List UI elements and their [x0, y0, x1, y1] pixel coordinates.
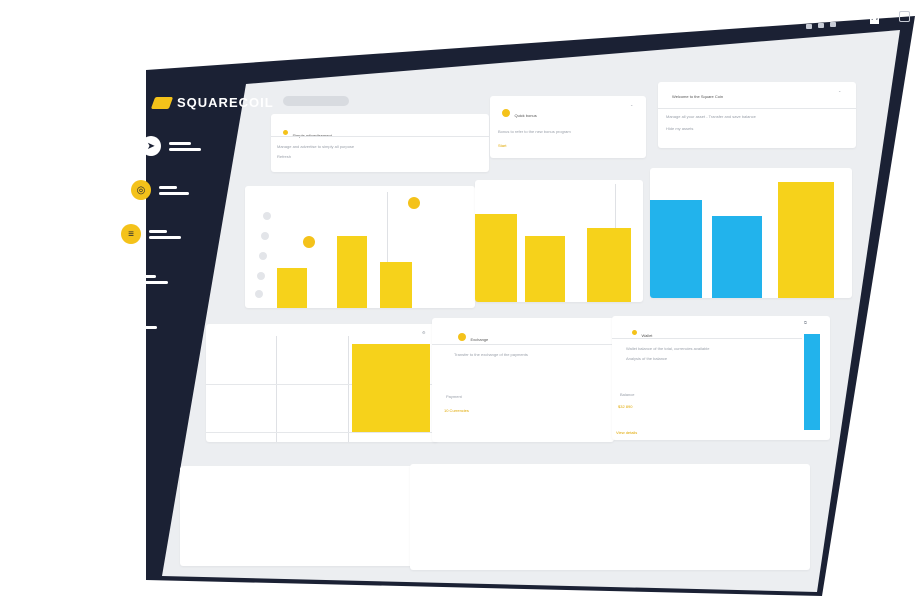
wallet-icon: ▤	[101, 314, 121, 334]
label-line	[129, 325, 157, 329]
card-text: Manage and advertise to simply all purpo…	[277, 144, 355, 149]
legend-dot	[257, 272, 265, 280]
bar	[650, 200, 702, 298]
info-card-bonus[interactable]: Quick bonus ⌄ Bonus to refer to the new …	[490, 96, 646, 158]
grid-line	[206, 432, 438, 433]
copy-icon[interactable]: ⧉	[804, 320, 807, 326]
card-label: Payment	[446, 394, 462, 399]
legend-dot	[263, 212, 271, 220]
card-link[interactable]: Refresh	[277, 154, 291, 160]
divider	[658, 108, 856, 109]
grid-icon[interactable]	[899, 11, 910, 22]
card-value: 10 Currencies	[444, 408, 469, 413]
exchange-icon	[458, 332, 466, 341]
info-card-welcome[interactable]: Welcome to the Square Coin ⌄ Manage all …	[658, 82, 856, 148]
label-line	[149, 229, 167, 233]
sidebar-item-circle[interactable]	[110, 269, 168, 289]
filter-icon: ≡	[121, 224, 141, 244]
squarecoil-logo-icon	[150, 96, 174, 109]
coins-icon: ◎	[131, 180, 151, 200]
brand-name: SQUARECOIL	[177, 95, 274, 110]
play-icon[interactable]	[806, 24, 812, 29]
chart-card-right	[650, 168, 852, 298]
chart-card-middle	[475, 180, 643, 302]
circle-icon	[110, 269, 130, 289]
label-line	[138, 274, 156, 278]
coin-icon	[283, 130, 288, 136]
refresh-icon[interactable]	[818, 23, 824, 28]
bar	[475, 214, 517, 302]
grid-line	[348, 336, 349, 442]
bar	[352, 344, 430, 432]
card-text: Transfer to the exchange of the payments	[454, 352, 528, 357]
sidebar-item-wallet[interactable]: ▤	[101, 314, 157, 334]
card-title: Quick bonus	[514, 113, 537, 118]
sidebar-item-label	[129, 319, 157, 329]
sidebar-item-label	[149, 229, 181, 239]
info-card-advertisement[interactable]: Simple adivertisement Manage and adverti…	[271, 114, 489, 172]
card-text: Manage all your asset - Transfer and sav…	[666, 114, 756, 119]
bar	[337, 236, 367, 308]
sidebar-item-label	[138, 274, 168, 284]
legend-dot	[259, 252, 267, 260]
label-line	[159, 191, 189, 195]
empty-card-left	[180, 466, 416, 566]
sidebar-item-label	[159, 185, 189, 195]
card-header: Simple adivertisement	[283, 124, 332, 142]
exchange-card[interactable]: Exchange Transfer to the exchange of the…	[432, 318, 614, 442]
chevron-down-icon[interactable]: ⌄	[630, 102, 633, 108]
sidebar-item-label	[169, 141, 201, 151]
card-link[interactable]: Start	[498, 143, 506, 149]
chart-card-lower: ⚙	[206, 324, 438, 442]
card-label: Balance	[620, 392, 635, 397]
brand[interactable]: SQUARECOIL	[150, 95, 274, 110]
card-header: Wallet	[632, 324, 652, 342]
settings-icon[interactable]: ⚙	[422, 330, 426, 336]
more-icon[interactable]	[830, 22, 836, 27]
card-link[interactable]: Hide my assets	[666, 126, 693, 132]
search-pill[interactable]	[283, 96, 349, 106]
grid-line	[276, 336, 277, 442]
wallet-icon	[632, 330, 637, 336]
label-line	[149, 235, 181, 239]
sidebar-item-filter[interactable]: ≡	[121, 224, 181, 244]
legend-dot	[261, 232, 269, 240]
marker-dot	[303, 236, 315, 248]
card-value: $32 890	[618, 404, 633, 409]
label-line	[169, 141, 191, 145]
divider	[271, 136, 489, 137]
coin-icon	[502, 108, 510, 117]
card-text: Bonus to refer to the new bonus program	[498, 129, 571, 134]
empty-card-right	[410, 464, 810, 570]
card-text: Analysis of the balance	[626, 356, 668, 361]
sidebar-item-coins[interactable]: ◎	[131, 180, 189, 200]
label-line	[169, 147, 201, 151]
card-header: Quick bonus	[502, 104, 537, 122]
chart-card-left	[245, 186, 475, 308]
send-icon: ➤	[141, 136, 161, 156]
sidebar-item-send[interactable]: ➤	[141, 136, 201, 156]
bar	[380, 262, 412, 308]
bar	[712, 216, 762, 298]
label-line	[138, 280, 168, 284]
label-line	[129, 319, 143, 323]
wallet-card[interactable]: Wallet ⧉ Wallet balance of the total, cu…	[612, 316, 830, 440]
card-title: Welcome to the Square Coin	[672, 94, 724, 99]
crown-logo	[870, 16, 879, 24]
card-title: Exchange	[470, 337, 489, 342]
divider	[612, 338, 802, 339]
card-link[interactable]: View details	[616, 430, 637, 436]
card-text: Wallet balance of the total, currencies …	[626, 346, 710, 351]
bar	[525, 236, 565, 302]
legend-dot	[255, 290, 263, 298]
app-window: SQUARECOIL ➤ ◎ ≡ ▤ Manage and advertise …	[0, 0, 922, 602]
bar	[587, 228, 631, 302]
chevron-down-icon[interactable]: ⌄	[838, 88, 841, 94]
bar	[277, 268, 307, 308]
balance-bar	[804, 334, 820, 430]
bar	[778, 182, 834, 298]
divider	[432, 344, 614, 345]
label-line	[159, 185, 177, 189]
marker-dot	[408, 197, 420, 209]
